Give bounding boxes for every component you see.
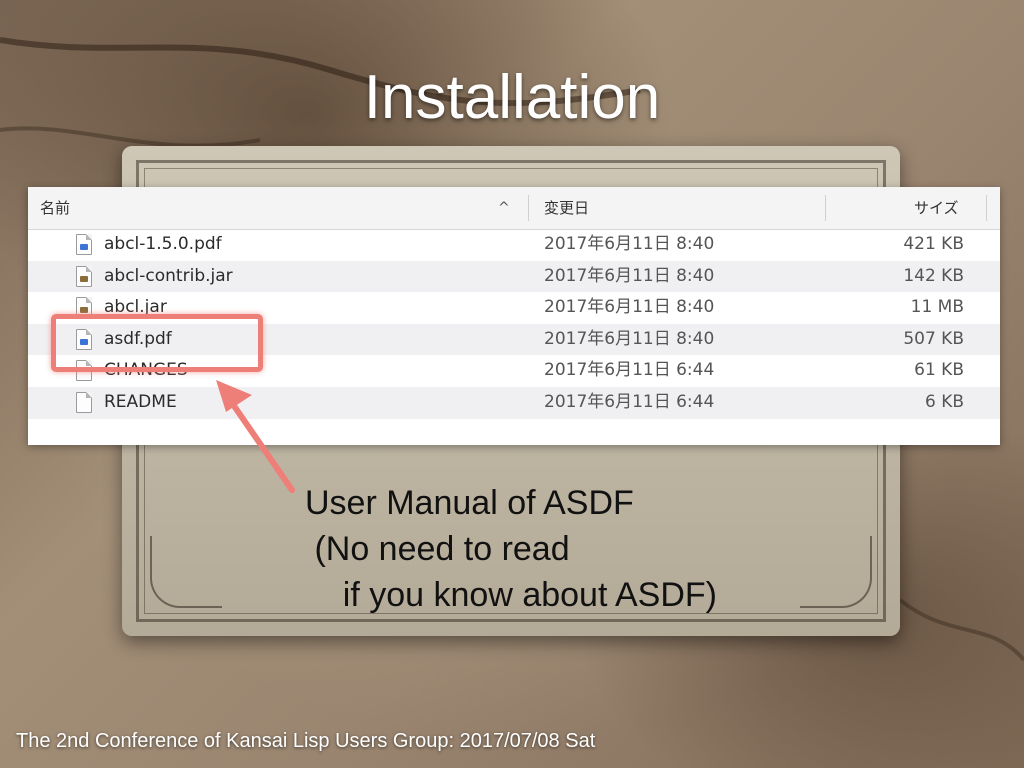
file-name: README xyxy=(104,391,177,412)
file-size: 11 MB xyxy=(910,297,964,318)
file-date: 2017年6月11日 8:40 xyxy=(544,297,715,318)
file-size: 142 KB xyxy=(903,265,964,286)
annotation-line: if you know about ASDF) xyxy=(305,576,717,614)
column-separator xyxy=(825,195,826,221)
annotation-line: User Manual of ASDF xyxy=(305,484,634,522)
file-date: 2017年6月11日 6:44 xyxy=(544,391,715,412)
column-separator xyxy=(986,195,987,221)
annotation-text: User Manual of ASDF (No need to read if … xyxy=(305,480,717,618)
annotation-line: (No need to read xyxy=(305,530,570,568)
file-name: abcl-1.5.0.pdf xyxy=(104,234,222,254)
slide-footer: The 2nd Conference of Kansai Lisp Users … xyxy=(16,730,596,752)
file-date: 2017年6月11日 8:40 xyxy=(544,328,715,349)
file-size: 421 KB xyxy=(903,234,964,254)
corner-ornament-bottom-right xyxy=(800,536,872,608)
asdf-highlight-box xyxy=(51,314,263,372)
file-row[interactable]: abcl-contrib.jar 2017年6月11日 8:40 142 KB xyxy=(28,260,1000,293)
file-date: 2017年6月11日 8:40 xyxy=(544,265,715,286)
text-file-icon xyxy=(76,391,92,413)
column-header-size[interactable]: サイズ xyxy=(914,187,959,229)
file-size: 6 KB xyxy=(924,391,964,412)
sort-ascending-icon[interactable]: ^ xyxy=(498,187,510,229)
file-size: 507 KB xyxy=(903,328,964,349)
corner-ornament-bottom-left xyxy=(150,536,222,608)
file-date: 2017年6月11日 8:40 xyxy=(544,234,715,254)
slide-title: Installation xyxy=(363,63,661,132)
column-header-date[interactable]: 変更日 xyxy=(544,187,589,229)
file-date: 2017年6月11日 6:44 xyxy=(544,360,715,381)
file-row[interactable]: README 2017年6月11日 6:44 6 KB xyxy=(28,386,1000,419)
column-header-bar: 名前 ^ 変更日 サイズ xyxy=(28,187,1000,230)
file-row[interactable]: abcl-1.5.0.pdf 2017年6月11日 8:40 421 KB xyxy=(28,229,1000,261)
pdf-file-icon xyxy=(76,234,92,255)
column-header-name[interactable]: 名前 xyxy=(40,187,70,229)
file-size: 61 KB xyxy=(914,360,964,381)
file-name: abcl-contrib.jar xyxy=(104,265,233,286)
jar-file-icon xyxy=(76,265,92,287)
column-separator xyxy=(528,195,529,221)
